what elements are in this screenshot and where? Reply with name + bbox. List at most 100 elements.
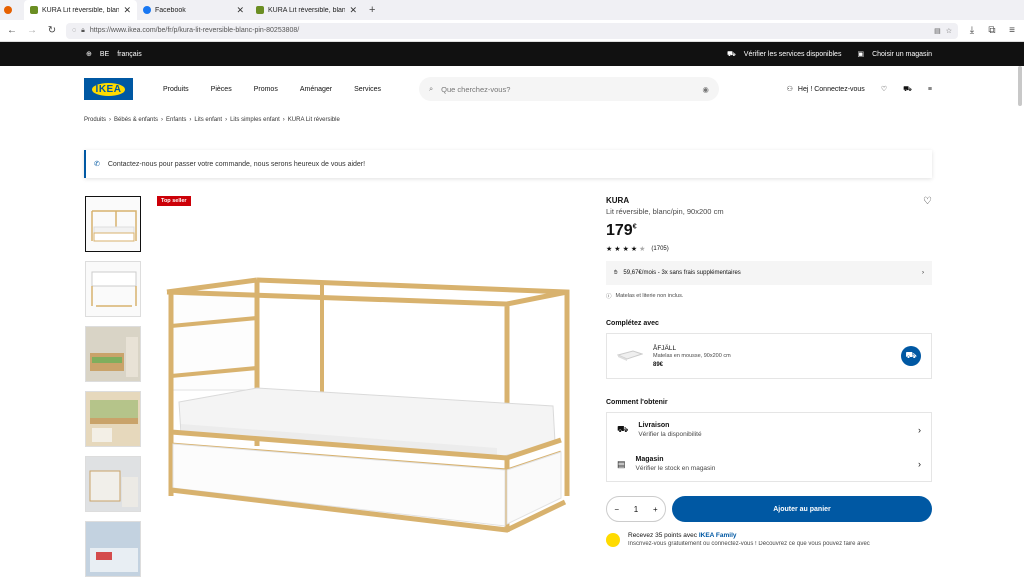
thumbnail-3[interactable] bbox=[85, 326, 141, 382]
language-label[interactable]: français bbox=[117, 51, 142, 58]
add-to-cart-button[interactable]: Ajouter au panier bbox=[672, 496, 932, 522]
breadcrumb-item[interactable]: Bébés & enfants bbox=[114, 117, 158, 123]
new-tab-icon[interactable]: + bbox=[369, 4, 375, 16]
ikea-top-strip: ⊕ BE français ⛟ Vérifier les services di… bbox=[0, 42, 1024, 66]
info-icon: ⓘ bbox=[606, 294, 612, 300]
hamburger-menu-icon[interactable]: ≡ bbox=[928, 86, 932, 93]
quantity-value: 1 bbox=[633, 504, 639, 514]
cart-plus-icon: ⛟ bbox=[905, 350, 917, 360]
nav-promos[interactable]: Promos bbox=[254, 86, 278, 93]
add-to-cart-small-button[interactable]: ⛟ bbox=[901, 346, 921, 366]
phone-icon: ✆ bbox=[94, 161, 100, 168]
breadcrumb-item[interactable]: Enfants bbox=[166, 117, 186, 123]
star-icon: ★ bbox=[606, 246, 613, 253]
close-tab-icon[interactable]: ✕ bbox=[236, 5, 244, 16]
shield-icon[interactable]: ◌ bbox=[72, 27, 76, 34]
breadcrumb-item[interactable]: Lits simples enfant bbox=[230, 117, 280, 123]
bookmark-star-icon[interactable]: ☆ bbox=[946, 27, 952, 35]
browser-tab-2[interactable]: Facebook ✕ bbox=[137, 0, 250, 20]
complementary-product[interactable]: ÅFJÄLL Matelas en mousse, 90x200 cm 89€ … bbox=[606, 333, 932, 379]
rating-stars[interactable]: ★ ★ ★ ★ ★ (1705) bbox=[606, 245, 932, 253]
cart-icon[interactable]: ⛟ bbox=[903, 85, 912, 94]
thumbnail-2[interactable] bbox=[85, 261, 141, 317]
thumbnail-1[interactable] bbox=[85, 196, 141, 252]
downloads-icon[interactable]: ⤓ bbox=[966, 25, 978, 36]
chevron-right-icon: › bbox=[918, 425, 921, 435]
search-bar[interactable]: ⌕ Que cherchez-vous? ◉ bbox=[418, 77, 719, 101]
add-to-cart-label: Ajouter au panier bbox=[773, 505, 831, 513]
nav-services[interactable]: Services bbox=[354, 86, 381, 93]
forward-icon[interactable]: → bbox=[26, 25, 38, 36]
tab-title: KURA Lit réversible, blanc/pin bbox=[42, 6, 120, 14]
breadcrumb: Produits › Bébés & enfants › Enfants › Lits… bbox=[0, 112, 1024, 128]
complementary-desc: Matelas en mousse, 90x200 cm bbox=[653, 352, 731, 359]
thumbnail-6[interactable] bbox=[85, 521, 141, 577]
delivery-title: Livraison bbox=[638, 422, 670, 429]
reload-icon[interactable]: ↻ bbox=[46, 25, 58, 36]
tab-title: KURA Lit réversible, blanc/pin bbox=[268, 6, 346, 14]
login-link[interactable]: ⚇ Hej ! Connectez-vous bbox=[786, 85, 865, 94]
favourite-heart-icon[interactable]: ♡ bbox=[923, 196, 932, 216]
delivery-option[interactable]: ⛟ Livraison Vérifier la disponibilité › bbox=[607, 413, 931, 447]
reader-view-icon[interactable]: ▤ bbox=[934, 27, 941, 35]
star-icon: ★ bbox=[630, 246, 638, 253]
close-tab-icon[interactable]: ✕ bbox=[123, 5, 131, 16]
heart-icon[interactable]: ♡ bbox=[881, 85, 887, 93]
store-icon: ▣ bbox=[857, 51, 865, 58]
breadcrumb-item[interactable]: Lits enfant bbox=[194, 117, 222, 123]
browser-toolbar: ← → ↻ ◌ 🔒︎ https://www.ikea.com/be/fr/p/… bbox=[0, 20, 1024, 42]
camera-icon[interactable]: ◉ bbox=[702, 85, 709, 94]
note-text: Matelas et literie non inclus. bbox=[615, 293, 684, 299]
breadcrumb-item[interactable]: KURA Lit réversible bbox=[288, 117, 340, 123]
minus-icon[interactable]: − bbox=[614, 505, 619, 514]
firefox-icon[interactable] bbox=[4, 6, 12, 14]
menu-icon[interactable]: ≡ bbox=[1006, 25, 1018, 36]
nav-pieces[interactable]: Pièces bbox=[211, 86, 232, 93]
truck-icon: ⛟ bbox=[726, 50, 736, 58]
back-icon[interactable]: ← bbox=[6, 25, 18, 36]
complementary-name: ÅFJÄLL bbox=[653, 344, 677, 352]
price-currency: € bbox=[632, 223, 637, 231]
thumbnail-5[interactable] bbox=[85, 456, 141, 512]
thumbnail-4[interactable] bbox=[85, 391, 141, 447]
store-link[interactable]: Choisir un magasin bbox=[872, 51, 932, 58]
store-option[interactable]: ▤ Magasin Vérifier le stock en magasin › bbox=[607, 447, 931, 481]
login-label: Hej ! Connectez-vous bbox=[797, 85, 865, 93]
room-thumbnail-image bbox=[86, 457, 140, 511]
family-link[interactable]: IKEA Family bbox=[699, 532, 737, 539]
contact-notice: ✆ Contactez-nous pour passer votre comma… bbox=[84, 150, 932, 178]
truck-icon: ⛟ bbox=[617, 424, 629, 434]
finance-option[interactable]: ✋︎ 59,67€/mois - 3x sans frais supplémen… bbox=[606, 261, 932, 285]
chevron-right-icon: › bbox=[189, 117, 192, 123]
close-tab-icon[interactable]: ✕ bbox=[349, 5, 357, 16]
main-nav: Produits Pièces Promos Aménager Services bbox=[163, 86, 381, 93]
quantity-stepper[interactable]: − 1 + bbox=[606, 496, 666, 522]
plus-icon[interactable]: + bbox=[653, 505, 658, 514]
browser-tab-1[interactable]: KURA Lit réversible, blanc/pin ✕ bbox=[24, 0, 137, 20]
complementary-price: 89€ bbox=[653, 361, 664, 368]
globe-icon[interactable]: ⊕ bbox=[86, 50, 92, 58]
address-bar[interactable]: ◌ 🔒︎ https://www.ikea.com/be/fr/p/kura-l… bbox=[66, 22, 958, 39]
browser-tab-3[interactable]: KURA Lit réversible, blanc/pin ✕ bbox=[250, 0, 363, 20]
breadcrumb-item[interactable]: Produits bbox=[84, 117, 106, 123]
country-code[interactable]: BE bbox=[100, 51, 109, 58]
nav-produits[interactable]: Produits bbox=[163, 86, 189, 93]
search-input[interactable]: Que cherchez-vous? bbox=[441, 85, 694, 94]
page-scrollbar[interactable] bbox=[1018, 66, 1022, 106]
bed-thumbnail-image bbox=[86, 197, 140, 251]
search-icon: ⌕ bbox=[428, 84, 434, 93]
site-header: IKEA Produits Pièces Promos Aménager Ser… bbox=[0, 66, 1024, 112]
star-icon: ★ bbox=[622, 246, 629, 253]
facebook-favicon-icon bbox=[143, 6, 151, 14]
nav-amenager[interactable]: Aménager bbox=[300, 86, 332, 93]
ikea-logo[interactable]: IKEA bbox=[84, 78, 133, 100]
room-thumbnail-image bbox=[86, 392, 140, 446]
user-icon: ⚇ bbox=[786, 86, 793, 93]
room-thumbnail-image bbox=[86, 522, 140, 576]
lock-icon[interactable]: 🔒︎ bbox=[81, 27, 85, 35]
services-link[interactable]: Vérifier les services disponibles bbox=[744, 51, 842, 58]
product-description: Lit réversible, blanc/pin, 90x200 cm bbox=[606, 207, 724, 216]
main-product-image[interactable]: Top seller bbox=[157, 196, 577, 541]
extensions-icon[interactable]: ⧉ bbox=[986, 25, 998, 36]
chevron-right-icon: › bbox=[922, 270, 924, 276]
